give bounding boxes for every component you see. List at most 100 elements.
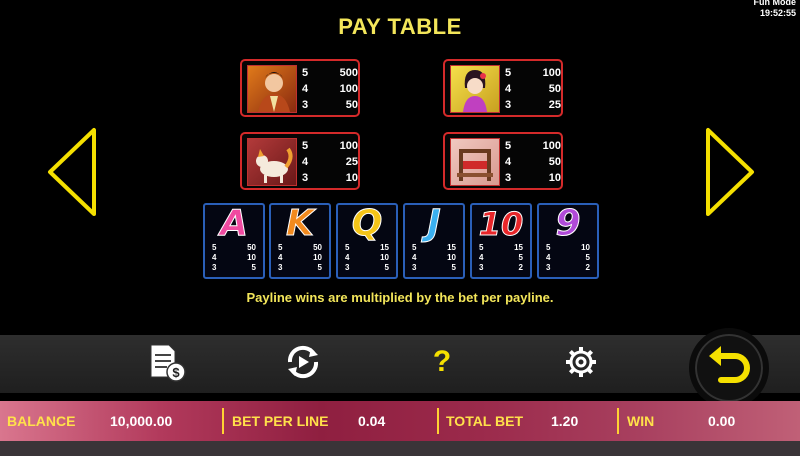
lady-icon (450, 65, 500, 113)
pay-row: 45 (479, 253, 523, 263)
pay-values: 5 50 4 10 35 (278, 243, 322, 273)
pay-amount: 50 (345, 99, 358, 111)
pay-row: 5 10 (546, 243, 590, 253)
pay-row: 35 (212, 263, 256, 273)
card-letter: J (427, 203, 441, 245)
pay-values: 5 10 45 32 (546, 243, 590, 273)
pay-amount: 100 (339, 140, 358, 152)
pay-values: 5 100 4 50 3 10 (505, 138, 561, 186)
pay-row: 3 10 (505, 170, 561, 186)
card-letter: 10 (478, 205, 524, 244)
pay-amount: 5 (317, 263, 322, 272)
pay-count: 5 (479, 243, 484, 252)
paytable-cash-icon: $ (150, 344, 186, 382)
pay-row: 3 25 (505, 97, 561, 113)
pay-row: 4 10 (345, 253, 389, 263)
pay-count: 4 (212, 253, 217, 262)
pay-amount: 50 (313, 243, 322, 252)
card-letter: Q (351, 203, 383, 245)
next-page-arrow[interactable] (700, 124, 760, 220)
pay-row: 35 (412, 263, 456, 273)
bottom-border (0, 441, 800, 456)
symbol-card-warrior: 5 500 4 100 3 50 (240, 59, 360, 117)
symbol-card-loom: 5 100 4 50 3 10 (443, 132, 563, 190)
pay-count: 3 (505, 172, 512, 184)
status-divider (617, 408, 619, 434)
loom-icon (450, 138, 500, 186)
pay-count: 3 (546, 263, 551, 272)
pay-count: 5 (505, 140, 512, 152)
pay-count: 3 (479, 263, 484, 272)
back-button[interactable] (689, 328, 769, 408)
pay-count: 5 (412, 243, 417, 252)
pay-row: 45 (546, 253, 590, 263)
card-symbol-k: K 5 50 4 10 35 (269, 203, 331, 279)
pay-amount: 50 (548, 156, 561, 168)
pay-count: 3 (212, 263, 217, 272)
autoplay-button[interactable] (278, 335, 328, 389)
pay-count: 5 (505, 67, 512, 79)
toolbar (0, 335, 800, 393)
page-title: PAY TABLE (338, 14, 462, 39)
pay-amount: 100 (542, 67, 561, 79)
card-symbol-q: Q 5 15 4 10 35 (336, 203, 398, 279)
pay-row: 5 15 (345, 243, 389, 253)
pay-row: 35 (345, 263, 389, 273)
pay-row: 4 10 (278, 253, 322, 263)
card-letter: K (286, 203, 315, 245)
pay-values: 5 15 4 10 35 (412, 243, 456, 273)
balance-label: BALANCE (7, 413, 76, 429)
status-divider (222, 408, 224, 434)
card-letter: A (220, 203, 249, 245)
pay-count: 4 (345, 253, 350, 262)
pay-amount: 25 (548, 99, 561, 111)
bet-per-line-label: BET PER LINE (232, 413, 329, 429)
pay-amount: 10 (447, 253, 456, 262)
pay-row: 5 50 (278, 243, 322, 253)
previous-page-arrow[interactable] (42, 124, 102, 220)
pay-count: 3 (345, 263, 350, 272)
pay-count: 4 (278, 253, 283, 262)
pay-count: 3 (302, 99, 309, 111)
total-bet-value: 1.20 (551, 413, 579, 429)
pay-count: 4 (546, 253, 551, 262)
mode-label: Fun Mode (753, 0, 797, 7)
pay-amount: 15 (514, 243, 523, 252)
card-letter: 9 (555, 203, 581, 245)
warrior-icon (247, 65, 297, 113)
pay-row: 4 10 (212, 253, 256, 263)
pay-row: 5 15 (412, 243, 456, 253)
chevron-left-icon (48, 128, 96, 216)
pay-count: 4 (412, 253, 417, 262)
pay-row: 4 50 (505, 154, 561, 170)
pay-values: 5 500 4 100 3 50 (302, 65, 358, 113)
pay-count: 4 (505, 83, 512, 95)
balance-value: 10,000.00 (110, 413, 173, 429)
help-icon: ? (432, 345, 452, 378)
pay-amount: 50 (548, 83, 561, 95)
pay-count: 4 (479, 253, 484, 262)
win-value: 0.00 (708, 413, 736, 429)
pay-values: 5 100 4 25 3 10 (302, 138, 358, 186)
bet-per-line-value[interactable]: 0.04 (358, 401, 385, 441)
paytable-button[interactable]: $ (140, 335, 190, 389)
pay-values: 5 100 4 50 3 25 (505, 65, 561, 113)
settings-button[interactable] (556, 335, 606, 389)
status-divider (437, 408, 439, 434)
pay-count: 5 (212, 243, 217, 252)
help-button[interactable]: ? (417, 335, 467, 389)
pay-count: 5 (345, 243, 350, 252)
pay-amount: 100 (339, 83, 358, 95)
pay-amount: 50 (247, 243, 256, 252)
card-symbol-a: A 5 50 4 10 35 (203, 203, 265, 279)
pay-values: 5 15 45 32 (479, 243, 523, 273)
settings-gear-icon (566, 347, 596, 377)
pay-count: 3 (302, 172, 309, 184)
pay-row: 5 50 (212, 243, 256, 253)
pay-row: 5 100 (302, 138, 358, 154)
pay-values: 5 50 4 10 35 (212, 243, 256, 273)
pay-row: 32 (479, 263, 523, 273)
card-symbol-10: 10 5 15 45 32 (470, 203, 532, 279)
pay-amount: 25 (345, 156, 358, 168)
back-return-icon (709, 346, 750, 383)
